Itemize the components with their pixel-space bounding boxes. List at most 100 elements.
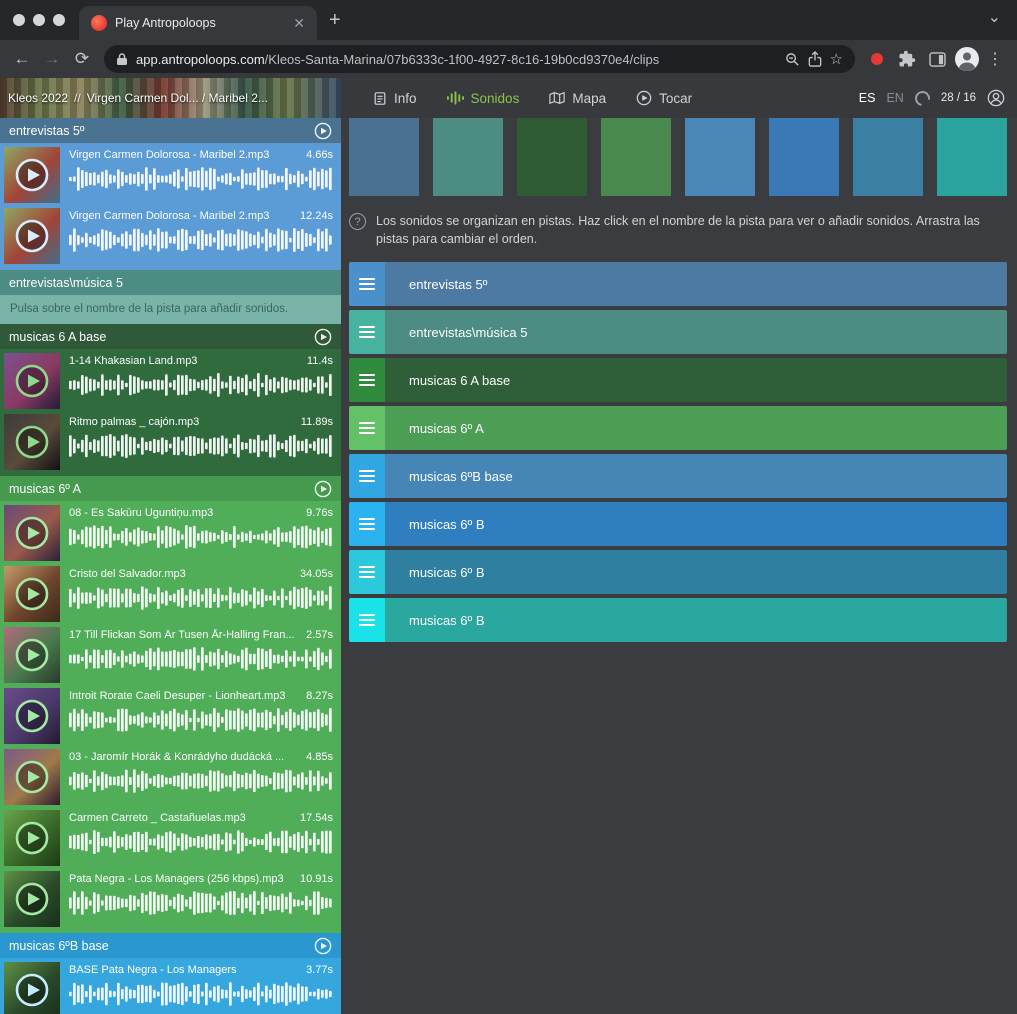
address-bar[interactable]: app.antropoloops.com/Kleos-Santa-Marina/…: [104, 45, 855, 73]
track-row[interactable]: musicas 6º B: [349, 550, 1007, 594]
track-section-header[interactable]: entrevistas 5º: [0, 118, 341, 143]
clip-play-icon[interactable]: [4, 566, 60, 622]
track-row-body[interactable]: musicas 6 A base: [385, 358, 1007, 402]
browser-menu-icon[interactable]: ⋮: [983, 49, 1009, 69]
section-play-button-icon[interactable]: [314, 328, 332, 346]
track-color-tile[interactable]: [853, 118, 923, 196]
track-color-tile[interactable]: [685, 118, 755, 196]
clip-play-icon[interactable]: [4, 810, 60, 866]
track-row[interactable]: musicas 6º A: [349, 406, 1007, 450]
recording-extension-icon[interactable]: [871, 53, 883, 65]
track-section-title[interactable]: entrevistas 5º: [9, 124, 314, 138]
track-section-header[interactable]: musicas 6ºB base: [0, 933, 341, 958]
side-panel-icon[interactable]: [923, 45, 951, 73]
clip-item[interactable]: 03 - Jaromír Horák & Konrádyho dudácká .…: [4, 749, 335, 805]
clip-item[interactable]: 1-14 Khakasian Land.mp311.4s: [4, 353, 335, 409]
track-row[interactable]: entrevistas 5º: [349, 262, 1007, 306]
clip-item[interactable]: Pata Negra - Los Managers (256 kbps).mp3…: [4, 871, 335, 927]
track-color-tile[interactable]: [601, 118, 671, 196]
clip-play-icon[interactable]: [4, 208, 60, 264]
clip-play-icon[interactable]: [4, 688, 60, 744]
clip-play-icon[interactable]: [4, 627, 60, 683]
track-row-body[interactable]: musicas 6º B: [385, 550, 1007, 594]
breadcrumb-photo-strip[interactable]: Kleos 2022//Virgen Carmen Dol... / Marib…: [0, 78, 341, 118]
track-row[interactable]: musicas 6 A base: [349, 358, 1007, 402]
account-icon[interactable]: [987, 89, 1005, 107]
track-section-title[interactable]: musicas 6º A: [9, 482, 314, 496]
language-en-button[interactable]: EN: [886, 91, 903, 105]
clip-item[interactable]: 08 - Es Sakūru Uguntiņu.mp39.76s: [4, 505, 335, 561]
clip-item[interactable]: Cristo del Salvador.mp334.05s: [4, 566, 335, 622]
drag-handle-icon[interactable]: [349, 310, 385, 354]
new-tab-button[interactable]: +: [317, 9, 353, 32]
bookmark-star-icon[interactable]: ☆: [830, 50, 843, 68]
minimize-window-button[interactable]: [33, 14, 45, 26]
track-row-body[interactable]: entrevistas 5º: [385, 262, 1007, 306]
clip-play-icon[interactable]: [4, 871, 60, 927]
clip-item[interactable]: Carmen Carreto _ Castañuelas.mp317.54s: [4, 810, 335, 866]
track-color-tile[interactable]: [349, 118, 419, 196]
clip-item[interactable]: Ritmo palmas _ cajón.mp311.89s: [4, 414, 335, 470]
clip-play-icon[interactable]: [4, 414, 60, 470]
clip-item[interactable]: Virgen Carmen Dolorosa - Maribel 2.mp34.…: [4, 147, 335, 203]
section-play-button-icon[interactable]: [314, 122, 332, 140]
track-color-tile[interactable]: [517, 118, 587, 196]
breadcrumb[interactable]: Kleos 2022//Virgen Carmen Dol... / Marib…: [8, 91, 268, 105]
track-row[interactable]: musicas 6º B: [349, 502, 1007, 546]
tab-search-chevron-icon[interactable]: ⌄: [988, 7, 1017, 33]
forward-button[interactable]: →: [38, 45, 66, 73]
breadcrumb-trail[interactable]: Virgen Carmen Dol... / Maribel 2...: [87, 91, 268, 105]
track-row[interactable]: musicas 6ºB base: [349, 454, 1007, 498]
zoom-icon[interactable]: [785, 52, 800, 67]
tab-close-icon[interactable]: ✕: [289, 15, 309, 32]
clip-play-icon[interactable]: [4, 749, 60, 805]
track-row-body[interactable]: entrevistas\música 5: [385, 310, 1007, 354]
clip-play-icon[interactable]: [4, 505, 60, 561]
drag-handle-icon[interactable]: [349, 358, 385, 402]
url-text[interactable]: app.antropoloops.com/Kleos-Santa-Marina/…: [136, 52, 777, 67]
drag-handle-icon[interactable]: [349, 454, 385, 498]
clip-play-icon[interactable]: [4, 962, 60, 1014]
tab-tocar[interactable]: Tocar: [636, 90, 692, 106]
track-row-body[interactable]: musicas 6ºB base: [385, 454, 1007, 498]
tab-mapa[interactable]: Mapa: [549, 91, 606, 106]
tab-sonidos[interactable]: Sonidos: [447, 91, 520, 106]
track-section-header[interactable]: musicas 6 A base: [0, 324, 341, 349]
track-section-title[interactable]: entrevistas\música 5: [9, 276, 332, 290]
drag-handle-icon[interactable]: [349, 262, 385, 306]
track-section-header[interactable]: entrevistas\música 5: [0, 270, 341, 295]
track-row[interactable]: entrevistas\música 5: [349, 310, 1007, 354]
section-play-button-icon[interactable]: [314, 937, 332, 955]
track-row[interactable]: musicas 6º B: [349, 598, 1007, 642]
language-es-button[interactable]: ES: [859, 91, 876, 105]
drag-handle-icon[interactable]: [349, 406, 385, 450]
section-play-button-icon[interactable]: [314, 480, 332, 498]
back-button[interactable]: ←: [8, 45, 36, 73]
clip-item[interactable]: Virgen Carmen Dolorosa - Maribel 2.mp312…: [4, 208, 335, 264]
extensions-puzzle-icon[interactable]: [893, 45, 921, 73]
drag-handle-icon[interactable]: [349, 550, 385, 594]
track-section-title[interactable]: musicas 6 A base: [9, 330, 314, 344]
track-section-header[interactable]: musicas 6º A: [0, 476, 341, 501]
clip-play-icon[interactable]: [4, 147, 60, 203]
reload-button[interactable]: ⟳: [68, 45, 96, 73]
track-row-body[interactable]: musicas 6º B: [385, 502, 1007, 546]
track-color-tile[interactable]: [937, 118, 1007, 196]
profile-avatar[interactable]: [953, 45, 981, 73]
clip-item[interactable]: Introit Rorate Caeli Desuper - Lionheart…: [4, 688, 335, 744]
track-section-title[interactable]: musicas 6ºB base: [9, 939, 314, 953]
drag-handle-icon[interactable]: [349, 502, 385, 546]
track-color-tile[interactable]: [769, 118, 839, 196]
zoom-window-button[interactable]: [53, 14, 65, 26]
browser-tab[interactable]: Play Antropoloops ✕: [79, 6, 317, 40]
track-row-body[interactable]: musicas 6º B: [385, 598, 1007, 642]
clip-item[interactable]: 17 Till Flickan Som Är Tusen År-Halling …: [4, 627, 335, 683]
close-window-button[interactable]: [13, 14, 25, 26]
drag-handle-icon[interactable]: [349, 598, 385, 642]
clip-item[interactable]: BASE Pata Negra - Los Managers3.77s: [4, 962, 335, 1014]
track-row-body[interactable]: musicas 6º A: [385, 406, 1007, 450]
breadcrumb-project[interactable]: Kleos 2022: [8, 91, 68, 105]
tab-info[interactable]: Info: [373, 91, 417, 106]
share-icon[interactable]: [808, 51, 822, 67]
track-color-tile[interactable]: [433, 118, 503, 196]
